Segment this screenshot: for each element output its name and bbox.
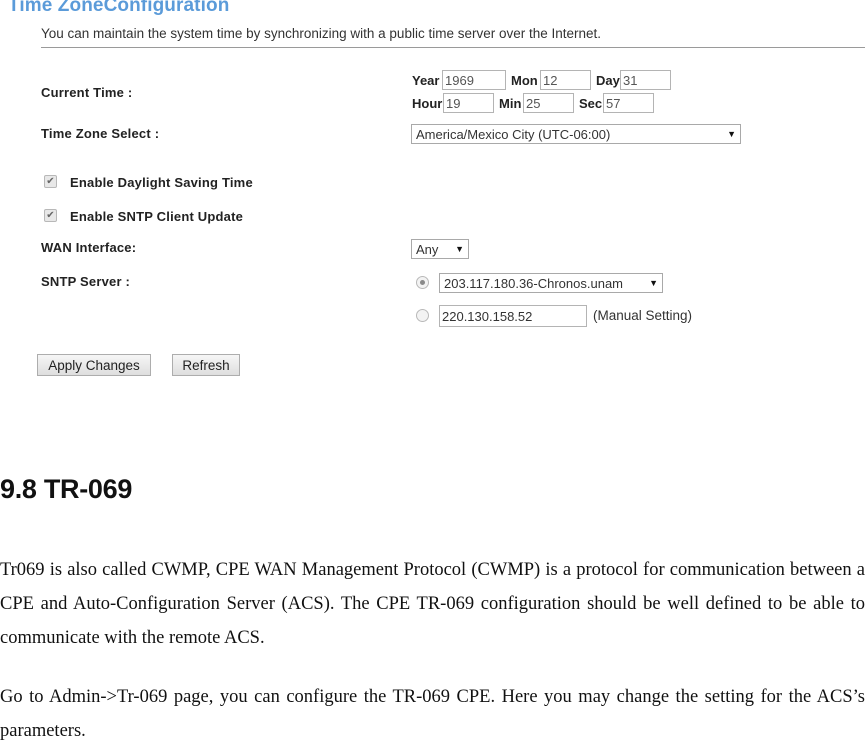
chevron-down-icon: ▼ <box>727 129 736 139</box>
daylight-saving-checkbox[interactable]: ✔ <box>44 175 57 188</box>
second-input[interactable] <box>603 93 654 113</box>
sntp-server-select[interactable]: 203.117.180.36-Chronos.unam ▼ <box>439 273 663 293</box>
time-zone-selected-value: America/Mexico City (UTC-06:00) <box>416 126 611 142</box>
year-input[interactable] <box>442 70 506 90</box>
page-description: You can maintain the system time by sync… <box>41 26 602 41</box>
day-label: Day <box>596 73 620 88</box>
checkmark-icon: ✔ <box>46 175 55 187</box>
sntp-client-checkbox[interactable]: ✔ <box>44 209 57 222</box>
paragraph-instructions: Go to Admin->Tr-069 page, you can config… <box>0 687 865 741</box>
section-heading: 9.8 TR-069 <box>0 474 133 504</box>
second-label: Sec <box>579 96 603 111</box>
title-divider <box>41 47 865 48</box>
day-input[interactable] <box>620 70 671 90</box>
checkmark-icon: ✔ <box>46 209 55 221</box>
refresh-button[interactable]: Refresh <box>172 354 240 376</box>
hour-input[interactable] <box>443 93 494 113</box>
sntp-preset-radio[interactable] <box>416 276 429 289</box>
month-input[interactable] <box>540 70 591 90</box>
sntp-server-label: SNTP Server : <box>41 274 131 289</box>
year-label: Year <box>412 73 440 88</box>
manual-setting-label: (Manual Setting) <box>593 308 693 323</box>
page-title: Time ZoneConfiguration <box>8 0 230 16</box>
wan-interface-select[interactable]: Any ▼ <box>411 239 469 259</box>
time-zone-label: Time Zone Select : <box>41 126 160 141</box>
radio-selected-dot <box>420 280 425 285</box>
wan-interface-label: WAN Interface: <box>41 240 137 255</box>
hour-label: Hour <box>412 96 443 111</box>
month-label: Mon <box>511 73 538 88</box>
minute-label: Min <box>499 96 522 111</box>
paragraph-intro: Tr069 is also called CWMP, CPE WAN Manag… <box>0 560 865 648</box>
sntp-manual-radio[interactable] <box>416 309 429 322</box>
current-time-label: Current Time : <box>41 85 133 100</box>
apply-changes-button[interactable]: Apply Changes <box>37 354 151 376</box>
chevron-down-icon: ▼ <box>649 278 658 288</box>
sntp-client-label: Enable SNTP Client Update <box>70 209 244 224</box>
sntp-manual-input[interactable] <box>439 305 587 327</box>
minute-input[interactable] <box>523 93 574 113</box>
time-zone-select[interactable]: America/Mexico City (UTC-06:00) ▼ <box>411 124 741 144</box>
chevron-down-icon: ▼ <box>455 244 464 254</box>
wan-interface-selected-value: Any <box>416 241 439 257</box>
daylight-saving-label: Enable Daylight Saving Time <box>70 175 253 190</box>
sntp-server-selected-value: 203.117.180.36-Chronos.unam <box>444 275 623 291</box>
